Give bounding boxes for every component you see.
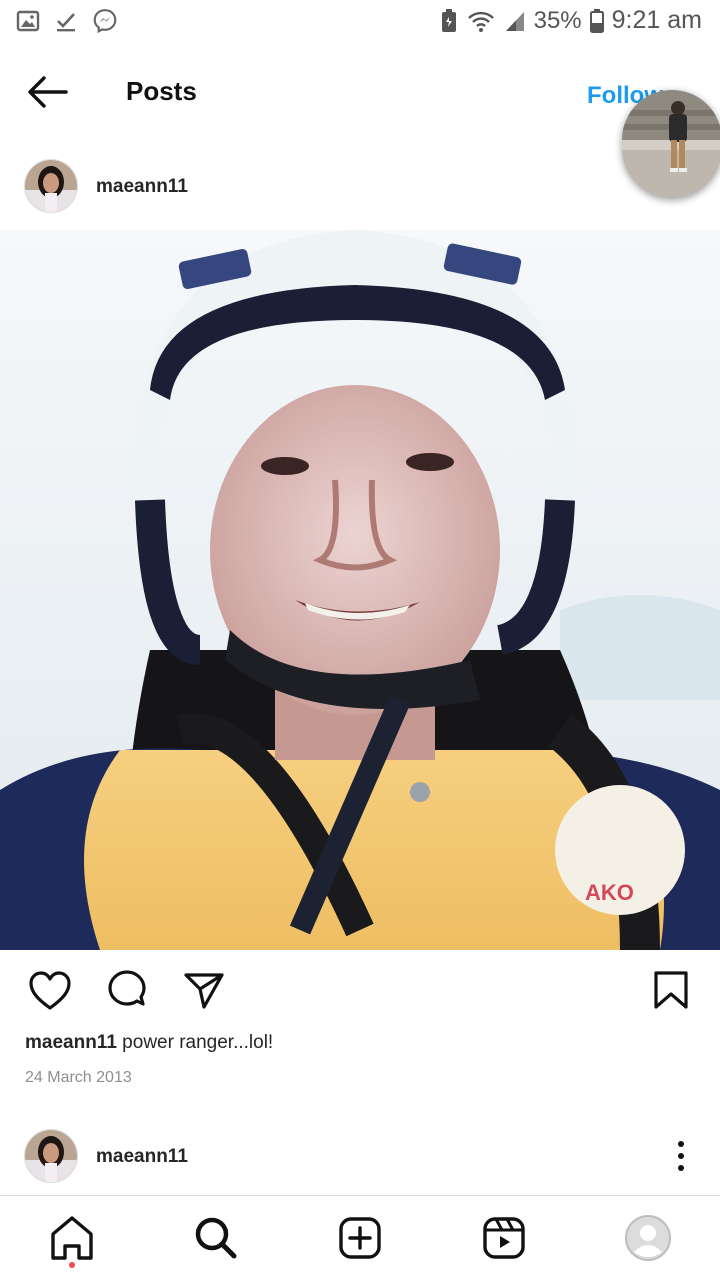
save-bookmark-icon[interactable] — [647, 967, 695, 1015]
more-options-icon[interactable] — [668, 1138, 694, 1174]
post-username[interactable]: maeann11 — [96, 176, 188, 198]
like-heart-icon[interactable] — [26, 967, 74, 1015]
post-avatar[interactable] — [24, 159, 78, 213]
new-post-icon[interactable] — [330, 1208, 390, 1268]
messenger-icon — [93, 9, 117, 34]
share-paper-plane-icon[interactable] — [180, 967, 228, 1015]
status-notifications — [16, 8, 118, 34]
home-icon[interactable] — [42, 1208, 102, 1268]
post-photo[interactable]: AKO — [0, 230, 720, 950]
next-post-avatar[interactable] — [24, 1129, 78, 1183]
status-bar: 35% 9:21 am — [0, 0, 720, 44]
post-date: 24 March 2013 — [25, 1069, 132, 1086]
wifi-icon — [467, 11, 494, 32]
caption-username[interactable]: maeann11 — [25, 1032, 117, 1053]
clock: 9:21 am — [611, 6, 702, 34]
post-caption: maeann11 power ranger...lol! — [25, 1032, 273, 1054]
bottom-navigation — [0, 1195, 720, 1281]
search-icon[interactable] — [186, 1208, 246, 1268]
app-header: Posts Follow — [0, 52, 720, 132]
battery-saver-icon — [441, 8, 456, 32]
back-arrow-icon[interactable] — [22, 72, 72, 112]
comment-icon[interactable] — [103, 967, 151, 1015]
battery-percent: 35% — [533, 6, 582, 34]
next-post-username[interactable]: maeann11 — [96, 1146, 188, 1168]
svg-text:AKO: AKO — [585, 880, 634, 905]
bubble-thumbnail — [622, 90, 720, 198]
checkbox-done-icon — [57, 13, 75, 32]
reels-icon[interactable] — [474, 1208, 534, 1268]
page-title: Posts — [126, 76, 197, 106]
gallery-icon — [16, 10, 40, 32]
battery-icon — [589, 8, 604, 33]
status-system: 35% 9:21 am — [440, 6, 702, 35]
caption-text: power ranger...lol! — [116, 1032, 274, 1053]
signal-icon — [505, 11, 524, 31]
home-notification-dot — [69, 1262, 75, 1268]
profile-icon[interactable] — [618, 1208, 678, 1268]
floating-video-bubble[interactable] — [622, 90, 720, 198]
